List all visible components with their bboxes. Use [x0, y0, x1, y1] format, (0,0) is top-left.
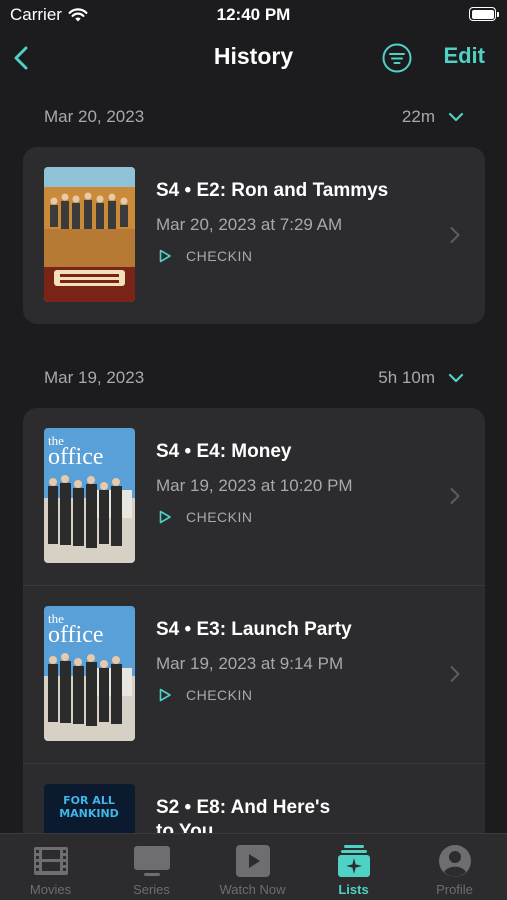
poster-the-office: the office: [44, 428, 135, 563]
tab-movies[interactable]: Movies: [0, 834, 101, 900]
svg-text:MANKIND: MANKIND: [59, 807, 119, 820]
play-icon: [159, 249, 171, 263]
checkin-label: CHECKIN: [186, 248, 253, 264]
episode-datetime: Mar 19, 2023 at 10:20 PM: [156, 476, 353, 495]
tab-watch-now[interactable]: Watch Now: [202, 834, 303, 900]
episode-title: S4 • E4: Money: [156, 441, 292, 462]
filter-icon[interactable]: [381, 42, 413, 74]
status-bar: Carrier 12:40 PM: [0, 0, 507, 32]
chevron-right-icon: [450, 666, 460, 682]
episode-title: S4 • E3: Launch Party: [156, 619, 352, 640]
svg-text:FOR ALL: FOR ALL: [63, 794, 115, 807]
section-duration: 22m: [401, 107, 435, 126]
checkin-label: CHECKIN: [186, 509, 253, 525]
tab-label: Series: [133, 882, 170, 897]
section-header[interactable]: Mar 19, 2023 5h 10m: [0, 364, 507, 394]
svg-text:office: office: [48, 622, 104, 648]
history-card: S4 • E2: Ron and Tammys Mar 20, 2023 at …: [23, 147, 485, 324]
edit-button[interactable]: Edit: [443, 43, 485, 69]
tab-profile[interactable]: Profile: [404, 834, 505, 900]
section-date: Mar 20, 2023: [44, 107, 145, 126]
chevron-right-icon: [450, 227, 460, 243]
tab-label: Lists: [338, 882, 369, 897]
play-icon: [159, 510, 171, 524]
checkin-label: CHECKIN: [186, 687, 253, 703]
page-title: History: [213, 43, 294, 69]
profile-icon: [439, 845, 471, 877]
section-header[interactable]: Mar 20, 2023 22m: [0, 103, 507, 133]
poster-the-office: the office: [44, 606, 135, 741]
chevron-down-icon[interactable]: [447, 369, 465, 387]
history-row[interactable]: S4 • E2: Ron and Tammys Mar 20, 2023 at …: [23, 147, 485, 324]
episode-datetime: Mar 19, 2023 at 9:14 PM: [156, 654, 344, 673]
play-square-icon: [236, 845, 270, 877]
tab-series[interactable]: Series: [101, 834, 202, 900]
chevron-right-icon: [450, 488, 460, 504]
play-icon: [159, 688, 171, 702]
chevron-down-icon[interactable]: [447, 108, 465, 126]
checkin-badge: CHECKIN: [158, 248, 253, 264]
checkin-badge: CHECKIN: [158, 687, 253, 703]
tab-label: Movies: [29, 882, 72, 897]
tab-label: Profile: [436, 882, 473, 897]
history-row[interactable]: the office S4 • E4: Money Mar 19, 2023 a…: [23, 408, 485, 586]
navigation-bar: History Edit: [0, 38, 507, 78]
tab-lists[interactable]: Lists: [303, 834, 404, 900]
lists-icon: [338, 845, 370, 877]
episode-title-line1: S2 • E8: And Here's: [156, 797, 331, 818]
tab-label: Watch Now: [219, 882, 286, 897]
film-icon: [34, 847, 68, 875]
checkin-badge: CHECKIN: [158, 509, 253, 525]
episode-title: S4 • E2: Ron and Tammys: [156, 180, 389, 201]
episode-datetime: Mar 20, 2023 at 7:29 AM: [156, 215, 343, 234]
history-card: the office S4 • E4: Money Mar 19, 2023 a…: [23, 408, 485, 878]
tab-bar: Movies Series Watch Now Lists Profile: [0, 833, 507, 900]
battery-icon: [469, 7, 499, 21]
svg-text:office: office: [48, 444, 104, 470]
status-time: 12:40 PM: [216, 5, 291, 24]
section-date: Mar 19, 2023: [44, 368, 145, 387]
history-row[interactable]: the office S4 • E3: Launch Party Mar 19,…: [23, 586, 485, 764]
tv-icon: [134, 846, 170, 876]
poster-parks-and-recreation: [44, 167, 135, 302]
section-duration: 5h 10m: [378, 368, 435, 387]
